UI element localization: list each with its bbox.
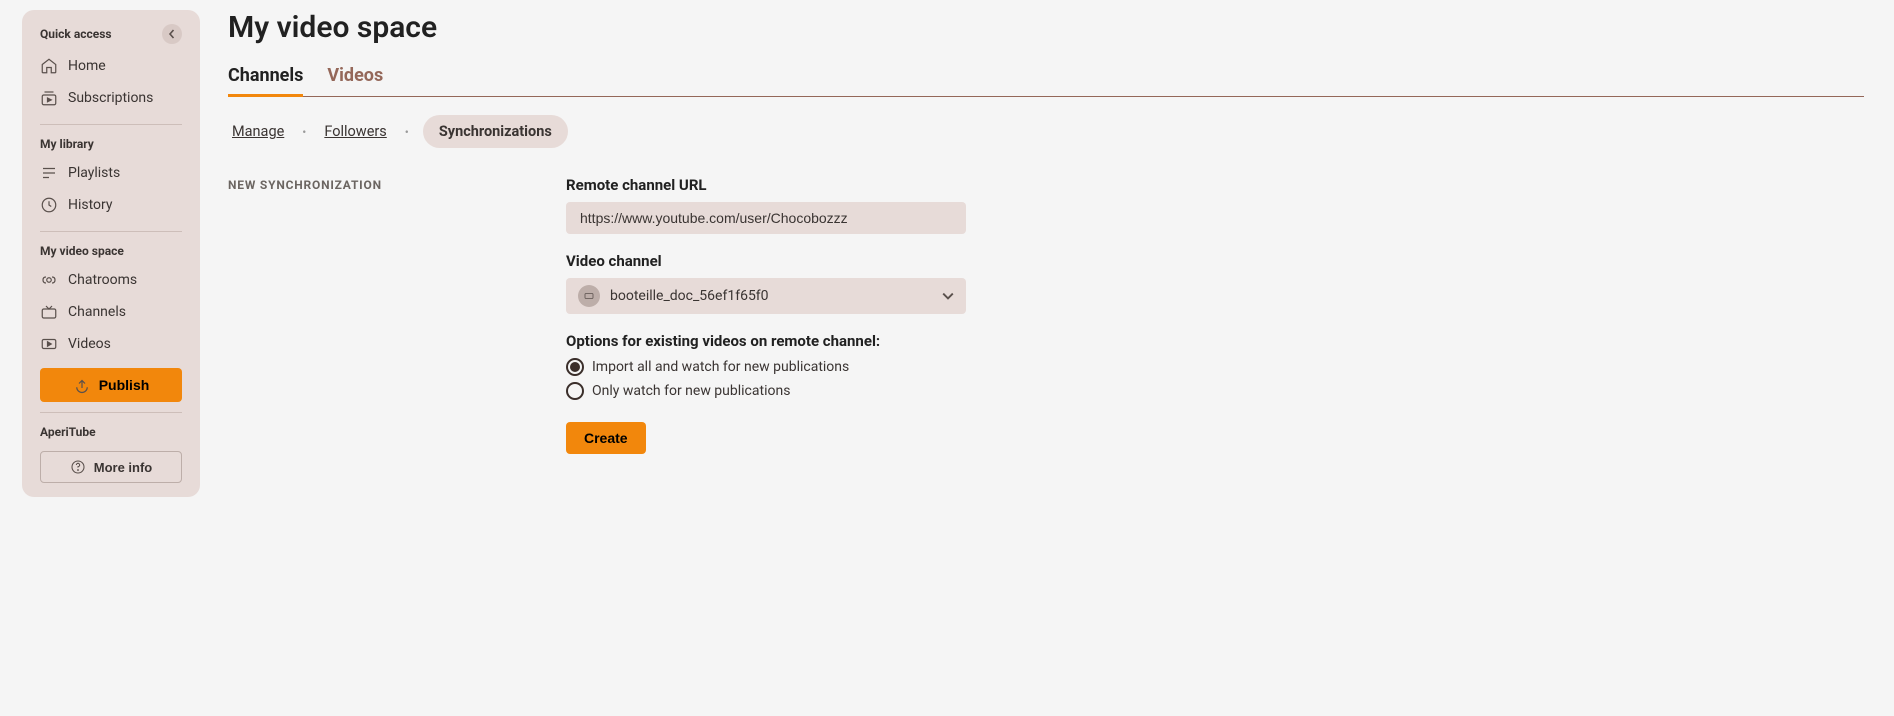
radio-label: Import all and watch for new publication… <box>592 359 849 375</box>
my-video-space-title: My video space <box>30 244 192 264</box>
upload-icon <box>73 376 91 394</box>
sidebar-collapse-button[interactable] <box>162 24 182 44</box>
channel-avatar-icon <box>578 285 600 307</box>
remote-url-input[interactable] <box>566 202 966 234</box>
subtabs: Manage • Followers • Synchronizations <box>228 115 1864 148</box>
sidebar-item-channels[interactable]: Channels <box>30 296 192 328</box>
create-button[interactable]: Create <box>566 422 646 454</box>
options-label: Options for existing videos on remote ch… <box>566 332 966 350</box>
history-icon <box>40 196 58 214</box>
sidebar: Quick access Home Subscriptions My libra… <box>22 10 200 497</box>
sidebar-item-playlists[interactable]: Playlists <box>30 157 192 189</box>
chat-icon <box>40 271 58 289</box>
sidebar-item-home[interactable]: Home <box>30 50 192 82</box>
page-title: My video space <box>228 10 1864 45</box>
videos-icon <box>40 335 58 353</box>
radio-import-all[interactable]: Import all and watch for new publication… <box>566 358 966 376</box>
help-icon <box>70 459 86 475</box>
sidebar-item-label: Playlists <box>68 165 120 181</box>
sidebar-item-videos[interactable]: Videos <box>30 328 192 360</box>
home-icon <box>40 57 58 75</box>
sidebar-item-label: Home <box>68 58 106 74</box>
tab-videos[interactable]: Videos <box>327 65 383 96</box>
sidebar-item-label: Chatrooms <box>68 272 137 288</box>
quick-access-header: Quick access <box>30 24 192 50</box>
remote-url-label: Remote channel URL <box>566 176 966 194</box>
sidebar-item-subscriptions[interactable]: Subscriptions <box>30 82 192 114</box>
main-content: My video space Channels Videos Manage • … <box>200 0 1894 716</box>
instance-title: AperiTube <box>30 425 192 445</box>
sidebar-item-label: Subscriptions <box>68 90 153 106</box>
publish-label: Publish <box>99 377 150 393</box>
tab-channels[interactable]: Channels <box>228 65 303 97</box>
chevron-left-icon <box>167 29 177 39</box>
separator-dot: • <box>302 125 306 139</box>
form-fields: Remote channel URL Video channel booteil… <box>566 176 966 454</box>
video-channel-selected: booteille_doc_56ef1f65f0 <box>610 288 932 304</box>
tabs: Channels Videos <box>228 65 1864 97</box>
divider <box>40 124 182 125</box>
more-info-label: More info <box>94 460 153 475</box>
playlist-icon <box>40 164 58 182</box>
radio-icon <box>566 358 584 376</box>
publish-button[interactable]: Publish <box>40 368 182 402</box>
subtab-followers[interactable]: Followers <box>320 117 390 146</box>
subscriptions-icon <box>40 89 58 107</box>
sidebar-item-label: History <box>68 197 113 213</box>
video-channel-select[interactable]: booteille_doc_56ef1f65f0 <box>566 278 966 314</box>
tv-icon <box>40 303 58 321</box>
divider <box>40 412 182 413</box>
radio-icon <box>566 382 584 400</box>
chevron-down-icon <box>942 287 954 306</box>
sidebar-item-label: Videos <box>68 336 111 352</box>
form-section-title: New synchronization <box>228 176 566 454</box>
quick-access-title: Quick access <box>40 27 112 41</box>
video-channel-label: Video channel <box>566 252 966 270</box>
sidebar-item-label: Channels <box>68 304 126 320</box>
divider <box>40 231 182 232</box>
sidebar-item-history[interactable]: History <box>30 189 192 221</box>
sidebar-item-chatrooms[interactable]: Chatrooms <box>30 264 192 296</box>
subtab-manage[interactable]: Manage <box>228 117 288 146</box>
more-info-button[interactable]: More info <box>40 451 182 483</box>
subtab-synchronizations[interactable]: Synchronizations <box>423 115 568 148</box>
form-area: New synchronization Remote channel URL V… <box>228 176 1864 454</box>
my-library-title: My library <box>30 137 192 157</box>
radio-label: Only watch for new publications <box>592 383 790 399</box>
separator-dot: • <box>405 125 409 139</box>
radio-watch-only[interactable]: Only watch for new publications <box>566 382 966 400</box>
